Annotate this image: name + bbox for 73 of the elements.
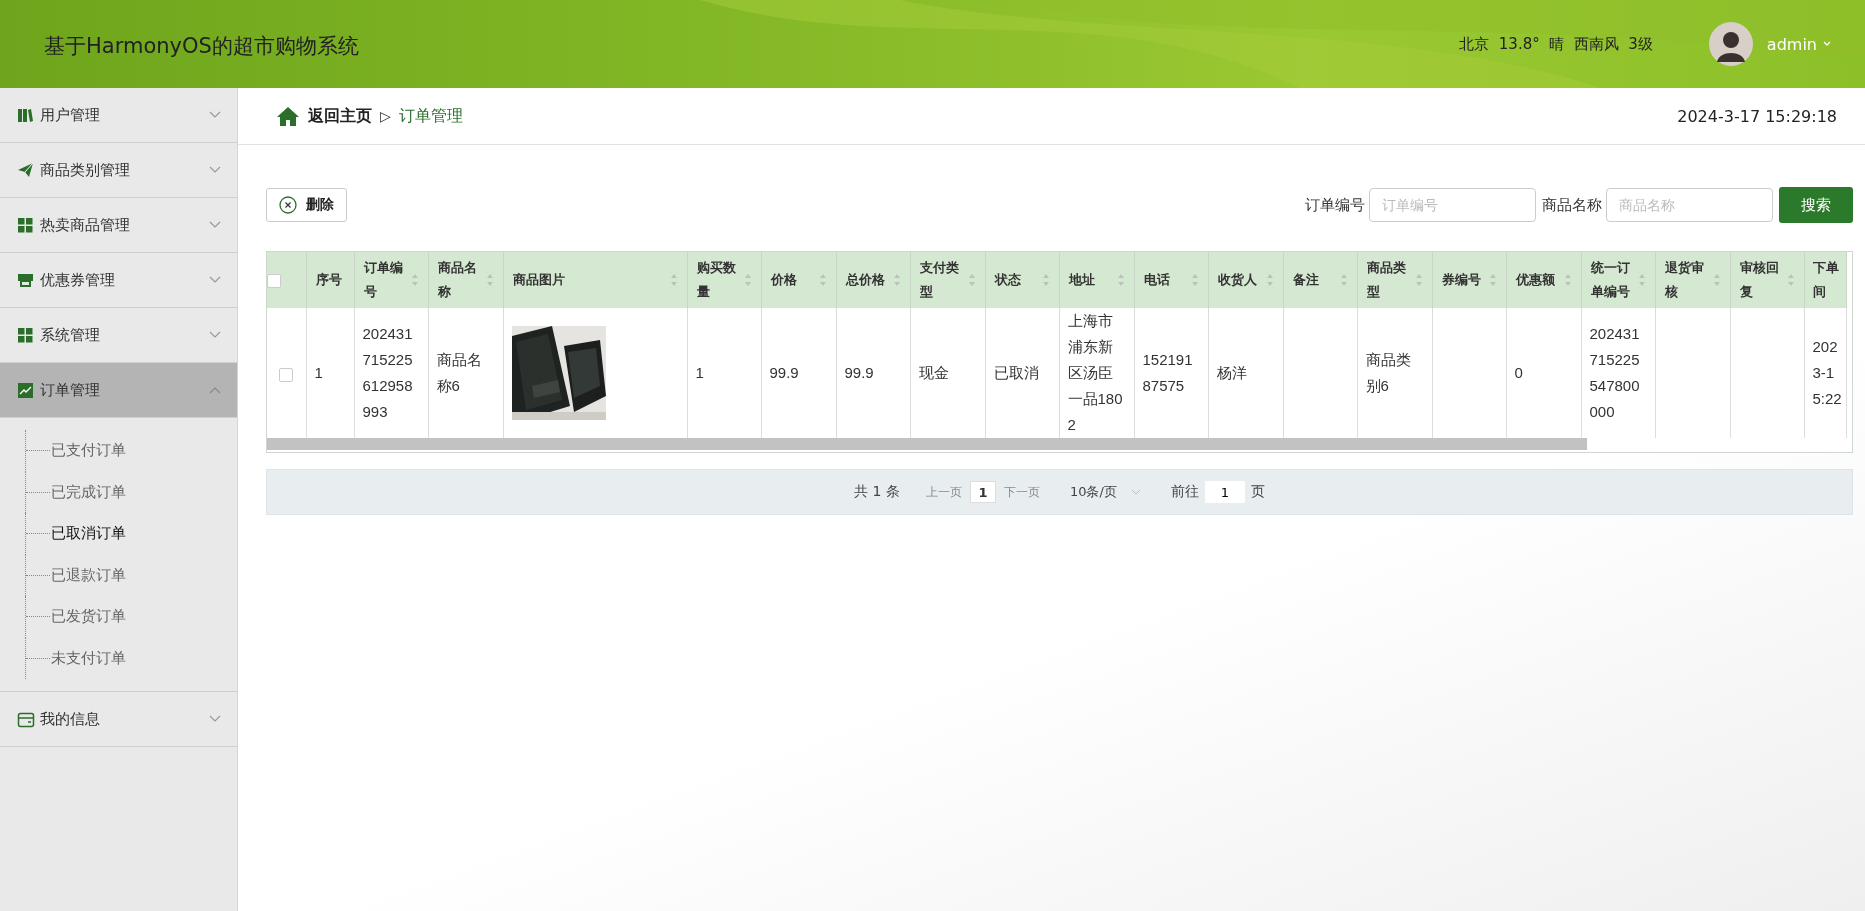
page-suffix: 页 bbox=[1250, 483, 1265, 501]
breadcrumb-current: 订单管理 bbox=[398, 105, 463, 127]
submenu-item[interactable]: 已支付订单 bbox=[51, 441, 126, 461]
menu-item[interactable]: 热卖商品管理 bbox=[0, 198, 237, 253]
chart-icon bbox=[17, 381, 35, 399]
filter-label: 订单编号 bbox=[1305, 195, 1365, 215]
submenu-item[interactable]: 已发货订单 bbox=[51, 607, 126, 627]
avatar bbox=[1708, 22, 1753, 66]
column-header[interactable]: 商品图片 bbox=[512, 268, 565, 292]
separator-glyph: ▷ bbox=[380, 108, 391, 124]
weather-text: 北京 13.8° 晴 西南风 3级 bbox=[1459, 34, 1653, 54]
app-title: 基于HarmonyOS的超市购物系统 bbox=[44, 33, 359, 60]
goto-label: 前往 bbox=[1170, 483, 1199, 501]
input-field[interactable]: 商品名称 bbox=[1606, 188, 1773, 222]
table-cell: 0 bbox=[1514, 364, 1523, 381]
table-cell: 99.9 bbox=[844, 364, 874, 381]
home-link[interactable]: 返回主页 bbox=[308, 105, 372, 127]
input-field[interactable]: 订单编号 bbox=[1369, 188, 1536, 222]
chevron-up-icon bbox=[209, 386, 221, 394]
column-header[interactable]: 电话 bbox=[1143, 268, 1170, 292]
chevron-down-icon bbox=[209, 111, 221, 119]
table-cell: 1 bbox=[695, 364, 704, 381]
page-number[interactable]: 1 bbox=[969, 481, 996, 503]
table-cell: 15219187575 bbox=[1142, 351, 1193, 394]
table-cell: 1 bbox=[314, 364, 323, 381]
table-cell: 商品类别6 bbox=[1365, 351, 1411, 394]
submenu-item[interactable]: 已取消订单 bbox=[51, 524, 126, 544]
menu-item[interactable]: 用户管理 bbox=[0, 88, 237, 143]
table-cell: 商品名称6 bbox=[436, 351, 482, 394]
chevron-down-icon bbox=[209, 221, 221, 229]
home-icon bbox=[276, 105, 300, 127]
table-cell: 杨洋 bbox=[1216, 364, 1247, 381]
card-icon bbox=[17, 710, 35, 728]
grid-icon bbox=[17, 216, 35, 234]
column-header[interactable]: 地址 bbox=[1068, 268, 1095, 292]
table-cell: 上海市浦东新区汤臣一品1802 bbox=[1067, 312, 1123, 433]
scrollbar[interactable] bbox=[267, 438, 1587, 450]
column-header[interactable]: 备注 bbox=[1292, 268, 1319, 292]
page-size-select[interactable]: 10条/页 bbox=[1069, 483, 1141, 501]
table-cell: 202431715225612958993 bbox=[362, 325, 413, 420]
grid-icon bbox=[17, 326, 35, 344]
delete-button[interactable]: 删除 bbox=[266, 188, 347, 222]
table-cell: 202431715225547800000 bbox=[1589, 325, 1640, 420]
submenu-item[interactable]: 未支付订单 bbox=[51, 648, 126, 668]
table-cell: 99.9 bbox=[769, 364, 799, 381]
search-button[interactable]: 搜索 bbox=[1779, 187, 1853, 223]
checkbox[interactable] bbox=[279, 367, 294, 382]
menu-item[interactable]: 订单管理 bbox=[0, 363, 237, 418]
checkbox[interactable] bbox=[267, 273, 281, 288]
caret-icon bbox=[1823, 41, 1831, 47]
chevron-down-icon bbox=[209, 715, 221, 723]
column-header[interactable]: 价格 bbox=[770, 268, 797, 292]
book-icon bbox=[17, 106, 35, 124]
chevron-down-icon bbox=[209, 166, 221, 174]
submenu-item[interactable]: 已完成订单 bbox=[51, 482, 126, 502]
menu-item[interactable]: 我的信息 bbox=[0, 692, 237, 747]
menu-item[interactable]: 商品类别管理 bbox=[0, 143, 237, 198]
filter-label: 商品名称 bbox=[1542, 195, 1602, 215]
close-circle-icon bbox=[279, 196, 297, 214]
caret-icon bbox=[1130, 489, 1141, 495]
chevron-down-icon bbox=[209, 276, 221, 284]
submenu-item[interactable]: 已退款订单 bbox=[51, 565, 126, 585]
shop-icon bbox=[17, 271, 35, 289]
chevron-down-icon bbox=[209, 331, 221, 339]
table-cell: 已取消 bbox=[993, 364, 1039, 381]
total-count: 共 1 条 bbox=[854, 483, 900, 501]
datetime-text: 2024-3-17 15:29:18 bbox=[1677, 106, 1837, 126]
table-cell: 202 3-1 5:22 bbox=[1812, 338, 1842, 407]
menu-item[interactable]: 优惠券管理 bbox=[0, 253, 237, 308]
column-header[interactable]: 状态 bbox=[994, 268, 1021, 292]
page-input[interactable]: 1 bbox=[1204, 481, 1245, 503]
paper-plane-icon bbox=[17, 161, 35, 179]
table-cell: 现金 bbox=[918, 364, 949, 381]
